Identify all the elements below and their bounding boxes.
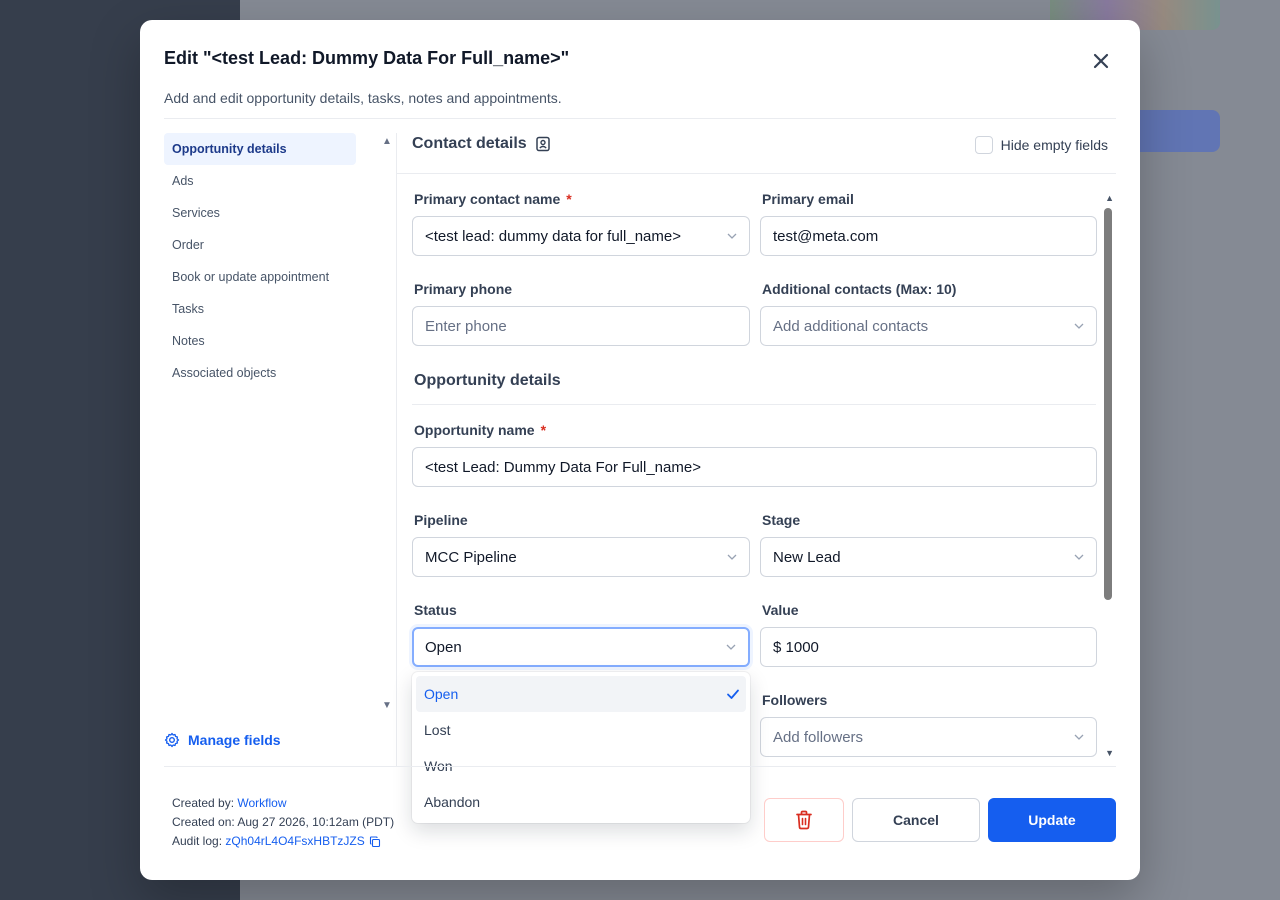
scroll-up-arrow-icon[interactable]: ▲ xyxy=(1105,193,1114,203)
followers-placeholder: Add followers xyxy=(773,728,864,746)
status-option-lost[interactable]: Lost xyxy=(416,712,746,748)
nav-scroll-down-arrow-icon[interactable]: ▼ xyxy=(382,700,392,711)
required-asterisk: * xyxy=(540,422,547,438)
chevron-down-icon xyxy=(727,554,737,560)
status-select[interactable]: Open xyxy=(412,627,750,667)
cancel-button[interactable]: Cancel xyxy=(852,798,980,842)
chevron-down-icon xyxy=(726,644,736,650)
audit-log-label: Audit log: xyxy=(172,834,223,848)
nav-item-services[interactable]: Services xyxy=(164,197,356,229)
nav-item-associated-objects[interactable]: Associated objects xyxy=(164,357,356,389)
scroll-down-arrow-icon[interactable]: ▼ xyxy=(1105,748,1114,758)
primary-contact-name-value: <test lead: dummy data for full_name> xyxy=(425,227,681,245)
nav-item-opportunity-details[interactable]: Opportunity details xyxy=(164,133,356,165)
header-divider xyxy=(164,118,1116,119)
created-by-label: Created by: xyxy=(172,796,235,810)
primary-contact-name-label-text: Primary contact name xyxy=(414,191,561,207)
status-label: Status xyxy=(414,602,457,618)
close-button[interactable] xyxy=(1088,48,1114,74)
nav-item-book-appointment[interactable]: Book or update appointment xyxy=(164,261,356,293)
modal-subtitle: Add and edit opportunity details, tasks,… xyxy=(164,90,562,106)
required-asterisk: * xyxy=(566,191,572,207)
pipeline-value: MCC Pipeline xyxy=(425,548,517,566)
trash-icon xyxy=(796,810,812,830)
pipeline-label: Pipeline xyxy=(414,512,468,528)
created-on-text: Created on: Aug 27 2026, 10:12am (PDT) xyxy=(172,815,395,829)
primary-email-input[interactable]: test@meta.com xyxy=(760,216,1097,256)
delete-button[interactable] xyxy=(764,798,844,842)
nav-scroll-up-arrow-icon[interactable]: ▲ xyxy=(382,136,392,147)
section-nav: Opportunity details Ads Services Order B… xyxy=(164,133,356,389)
status-option-abandon[interactable]: Abandon xyxy=(416,784,746,820)
contact-details-header: Contact details xyxy=(412,135,551,153)
nav-divider xyxy=(396,133,397,766)
followers-select[interactable]: Add followers xyxy=(760,717,1097,757)
opportunity-name-label-text: Opportunity name xyxy=(414,422,535,438)
primary-email-label: Primary email xyxy=(762,191,854,207)
hide-empty-fields-label: Hide empty fields xyxy=(1000,137,1108,153)
primary-contact-name-label: Primary contact name * xyxy=(414,191,572,207)
followers-label: Followers xyxy=(762,692,828,708)
hide-empty-fields-checkbox[interactable] xyxy=(974,136,993,154)
chevron-down-icon xyxy=(727,233,737,239)
stage-value: New Lead xyxy=(773,548,841,566)
hide-empty-fields-toggle[interactable]: Hide empty fields xyxy=(974,136,1108,154)
additional-contacts-select[interactable]: Add additional contacts xyxy=(760,306,1097,346)
additional-contacts-placeholder: Add additional contacts xyxy=(773,317,929,335)
footer-divider xyxy=(164,766,1116,767)
content-scrollbar-thumb[interactable] xyxy=(1104,208,1112,600)
nav-item-notes[interactable]: Notes xyxy=(164,325,356,357)
primary-phone-input[interactable]: Enter phone xyxy=(412,306,750,346)
opportunity-name-label: Opportunity name * xyxy=(414,422,546,438)
stage-select[interactable]: New Lead xyxy=(760,537,1097,577)
contact-card-icon xyxy=(535,136,550,152)
modal-title: Edit "<test Lead: Dummy Data For Full_na… xyxy=(164,48,570,68)
audit-log-link[interactable]: zQh04rL4O4FsxHBTzJZS xyxy=(225,834,364,848)
opportunity-name-input[interactable]: <test Lead: Dummy Data For Full_name> xyxy=(412,447,1097,487)
edit-opportunity-modal: Edit "<test Lead: Dummy Data For Full_na… xyxy=(140,20,1140,880)
chevron-down-icon xyxy=(1074,554,1084,560)
check-icon xyxy=(727,689,739,699)
close-icon xyxy=(1093,53,1109,69)
primary-contact-name-select[interactable]: <test lead: dummy data for full_name> xyxy=(412,216,750,256)
opportunity-details-title: Opportunity details xyxy=(414,372,561,389)
pipeline-select[interactable]: MCC Pipeline xyxy=(412,537,750,577)
nav-item-tasks[interactable]: Tasks xyxy=(164,293,356,325)
status-dropdown-menu: Open Lost Won Abandon xyxy=(412,672,750,823)
nav-item-order[interactable]: Order xyxy=(164,229,356,261)
nav-item-ads[interactable]: Ads xyxy=(164,165,356,197)
stage-label: Stage xyxy=(762,512,801,528)
opportunity-section-divider xyxy=(412,404,1096,405)
created-by-row: Created by: Workflow xyxy=(172,794,394,813)
status-value: Open xyxy=(425,638,462,656)
status-option-open-label: Open xyxy=(424,686,459,702)
contact-details-title: Contact details xyxy=(412,135,527,152)
chevron-down-icon xyxy=(1074,323,1084,329)
chevron-down-icon xyxy=(1074,734,1084,740)
gear-icon xyxy=(164,732,180,748)
additional-contacts-label: Additional contacts (Max: 10) xyxy=(762,281,957,297)
created-by-link[interactable]: Workflow xyxy=(237,796,286,810)
status-option-open[interactable]: Open xyxy=(416,676,746,712)
audit-log-row: Audit log: zQh04rL4O4FsxHBTzJZS xyxy=(172,832,394,851)
update-button[interactable]: Update xyxy=(988,798,1116,842)
manage-fields-button[interactable]: Manage fields xyxy=(164,732,281,748)
manage-fields-label: Manage fields xyxy=(188,732,281,748)
value-label: Value xyxy=(762,602,799,618)
value-input[interactable]: $ 1000 xyxy=(760,627,1097,667)
content-header-divider xyxy=(397,173,1116,174)
copy-icon[interactable] xyxy=(369,836,381,848)
primary-phone-label: Primary phone xyxy=(414,281,513,297)
record-meta: Created by: Workflow Created on: Aug 27 … xyxy=(172,794,394,851)
